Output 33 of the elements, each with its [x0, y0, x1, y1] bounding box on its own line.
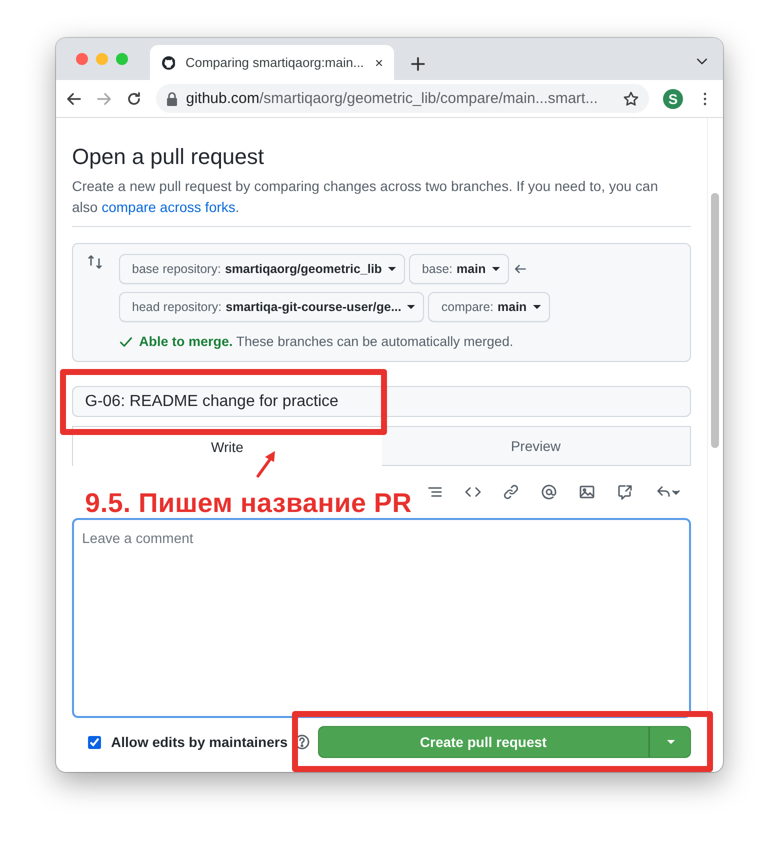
merge-status: Able to merge. These branches can be automatically merged.: [139, 334, 514, 349]
compare-forks-link[interactable]: compare across forks: [102, 199, 236, 215]
branch-select[interactable]: head repository: smartiqa-git-course-user/ge...: [119, 292, 424, 322]
allow-edits-checkbox[interactable]: [88, 736, 101, 748]
title-field[interactable]: G-06: README change for practice: [72, 386, 691, 417]
branch-select[interactable]: compare: main: [428, 292, 550, 322]
check-icon[interactable]: [119, 334, 133, 348]
star-icon[interactable]: [623, 90, 639, 106]
editor-tab[interactable]: Preview: [382, 426, 691, 466]
compare-arrows-icon[interactable]: [87, 254, 103, 270]
address-bar[interactable]: github.com/smartiqaorg/geometric_lib/compare/main...smart...: [156, 84, 649, 113]
branch-select[interactable]: base: main: [408, 254, 509, 284]
allow-edits-label: Allow edits by maintainers: [111, 734, 288, 750]
profile-avatar[interactable]: S: [663, 88, 683, 108]
tab-title: Comparing smartiqaorg:main...: [185, 55, 364, 70]
reload-icon[interactable]: [126, 90, 142, 106]
branch-select[interactable]: base repository: smartiqaorg/geometric_lib: [119, 254, 405, 284]
cat-silhouette-icon: [162, 54, 176, 70]
link-icon[interactable]: [503, 484, 519, 500]
cross-reference-icon[interactable]: [617, 484, 633, 500]
page-description: Create a new pull request by comparing changes across two branches. If you need to, you can also compare across forks.: [72, 176, 691, 227]
dropdown-button[interactable]: [649, 726, 691, 758]
annotation-caption: 9.5. Пишем название PR: [85, 488, 412, 519]
mention-icon[interactable]: [541, 484, 557, 500]
lock-icon: [166, 92, 178, 106]
page-title: Open a pull request: [72, 144, 266, 170]
left-arrow-icon[interactable]: [512, 262, 527, 276]
comment-field[interactable]: Leave a comment: [72, 518, 691, 718]
browser-tab[interactable]: Comparing smartiqaorg:main...: [150, 45, 394, 80]
back-icon[interactable]: [66, 90, 82, 106]
url-text: github.com/smartiqaorg/geometric_lib/compare/main...smart...: [186, 90, 599, 107]
image-icon[interactable]: [579, 484, 595, 500]
new-tab-icon[interactable]: [408, 56, 428, 72]
